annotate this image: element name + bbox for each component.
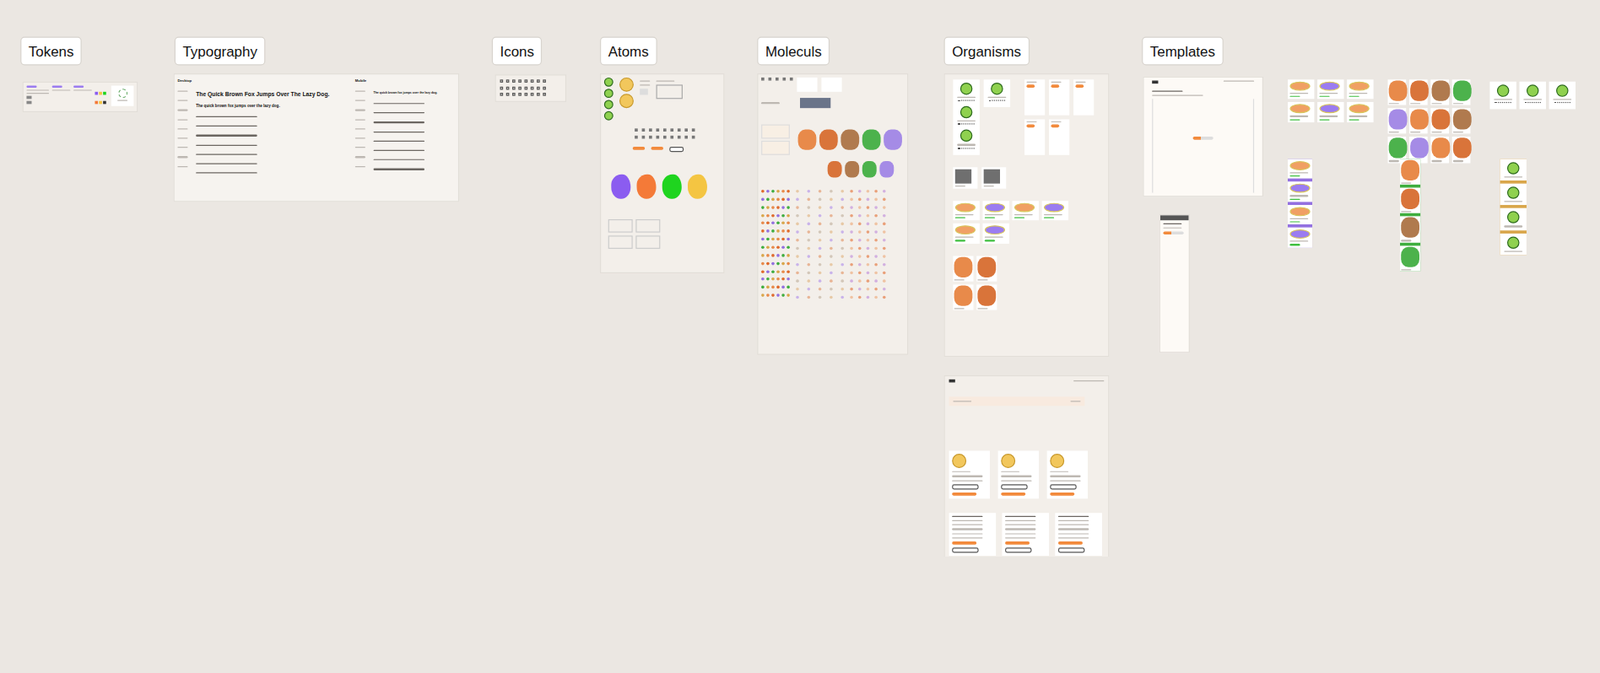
subhead-sample: The quick brown fox jumps over the lazy … bbox=[195, 103, 356, 109]
toolbar-sample bbox=[761, 77, 904, 92]
control-grid bbox=[604, 128, 721, 139]
glyph-icon bbox=[530, 79, 535, 83]
glyph-icon bbox=[506, 92, 510, 97]
logo-icon bbox=[604, 77, 614, 87]
glyph-icon bbox=[518, 92, 522, 97]
section-label[interactable]: Templates bbox=[1141, 37, 1224, 66]
blob-shape bbox=[637, 174, 657, 200]
token-group bbox=[52, 86, 71, 109]
profile-card bbox=[983, 79, 1011, 108]
glyph-icon bbox=[500, 79, 504, 83]
organisms-page-frame[interactable] bbox=[944, 375, 1110, 557]
tokens-frame[interactable] bbox=[22, 81, 139, 113]
card-samples bbox=[761, 124, 904, 156]
form-samples bbox=[949, 513, 1105, 557]
design-canvas[interactable]: Tokens Typography Icons Atoms Moleculs Organi… bbox=[0, 0, 1600, 557]
avatar-row bbox=[604, 77, 721, 121]
section-label[interactable]: Organisms bbox=[944, 37, 1030, 66]
glyph-icon bbox=[512, 86, 516, 90]
template-components bbox=[1283, 73, 1577, 357]
section-label[interactable]: Moleculs bbox=[756, 37, 830, 66]
desktop-template[interactable] bbox=[1142, 76, 1264, 198]
dog-photo bbox=[840, 129, 860, 151]
dog-photo bbox=[879, 161, 894, 178]
glyph-icon bbox=[542, 92, 546, 97]
glyph-icon bbox=[512, 79, 516, 83]
glyph-icon bbox=[524, 86, 529, 90]
token-group bbox=[26, 86, 49, 109]
glyph-icon bbox=[536, 92, 541, 97]
dog-photo bbox=[862, 161, 877, 178]
logo-icon bbox=[604, 100, 614, 110]
button-sample[interactable] bbox=[650, 146, 664, 151]
glyph-icon bbox=[536, 86, 541, 90]
atoms-frame[interactable] bbox=[600, 73, 725, 274]
column-label: Desktop bbox=[177, 78, 194, 83]
mobile-column: Mobile The quick brown fox jumps over th… bbox=[355, 78, 456, 197]
button-row bbox=[604, 146, 721, 152]
search-bar-sample bbox=[949, 396, 1086, 406]
logo-icon bbox=[604, 88, 614, 98]
dog-avatar bbox=[619, 77, 634, 92]
dog-photo bbox=[883, 129, 903, 151]
headline-sample: The Quick Brown Fox Jumps Over The Lazy … bbox=[195, 91, 356, 98]
glyph-icon bbox=[542, 79, 546, 83]
glyph-icon bbox=[530, 92, 535, 97]
mobile-template[interactable] bbox=[1159, 214, 1190, 353]
glyph-icon bbox=[524, 79, 529, 83]
blob-row bbox=[604, 174, 721, 200]
dog-photo bbox=[798, 129, 817, 151]
dog-avatar bbox=[619, 93, 634, 109]
glyph-icon bbox=[500, 92, 504, 97]
organisms-frame[interactable] bbox=[944, 73, 1110, 357]
dog-photo bbox=[827, 161, 843, 178]
dog-card-group bbox=[952, 255, 1100, 311]
dog-photo-row bbox=[761, 161, 904, 178]
button-sample[interactable] bbox=[632, 146, 646, 151]
glyph-icon bbox=[506, 86, 510, 90]
glyph-icon bbox=[500, 86, 504, 90]
dog-photo bbox=[819, 129, 838, 151]
glyph-icon bbox=[536, 79, 541, 83]
glyph-icon bbox=[530, 86, 535, 90]
blob-shape bbox=[662, 174, 682, 200]
token-group bbox=[73, 86, 92, 109]
profile-samples bbox=[949, 451, 1105, 499]
molecules-frame[interactable] bbox=[756, 73, 909, 356]
headline-sample: The quick brown fox jumps over the lazy … bbox=[373, 91, 456, 96]
dog-photo bbox=[862, 129, 882, 151]
column-label: Mobile bbox=[355, 78, 372, 83]
section-label[interactable]: Atoms bbox=[600, 37, 657, 66]
placeholder-boxes bbox=[604, 215, 721, 254]
typography-frame[interactable]: Desktop The Quick Brown Fox Jumps Over T… bbox=[173, 73, 460, 202]
glyph-icon bbox=[506, 79, 510, 83]
token-card bbox=[111, 86, 135, 107]
pet-card-group bbox=[952, 200, 1100, 244]
glyph-icon bbox=[518, 79, 522, 83]
button-sample[interactable] bbox=[669, 146, 684, 152]
nav-sample bbox=[761, 97, 904, 109]
glyph-icon bbox=[524, 92, 529, 97]
section-label[interactable]: Icons bbox=[491, 37, 543, 66]
icons-frame[interactable] bbox=[494, 74, 567, 103]
profile-card bbox=[952, 79, 979, 155]
tag-grid bbox=[761, 189, 904, 299]
blob-shape bbox=[610, 174, 631, 200]
blob-shape bbox=[687, 174, 708, 200]
glyph-icon bbox=[542, 86, 546, 90]
dog-photo bbox=[844, 161, 860, 178]
logo-icon bbox=[604, 111, 614, 121]
section-label[interactable]: Tokens bbox=[20, 37, 82, 66]
color-swatches bbox=[94, 91, 106, 109]
glyph-icon bbox=[512, 92, 516, 97]
section-label[interactable]: Typography bbox=[174, 37, 266, 66]
desktop-column: Desktop The Quick Brown Fox Jumps Over T… bbox=[177, 78, 355, 197]
glyph-icon bbox=[518, 86, 522, 90]
